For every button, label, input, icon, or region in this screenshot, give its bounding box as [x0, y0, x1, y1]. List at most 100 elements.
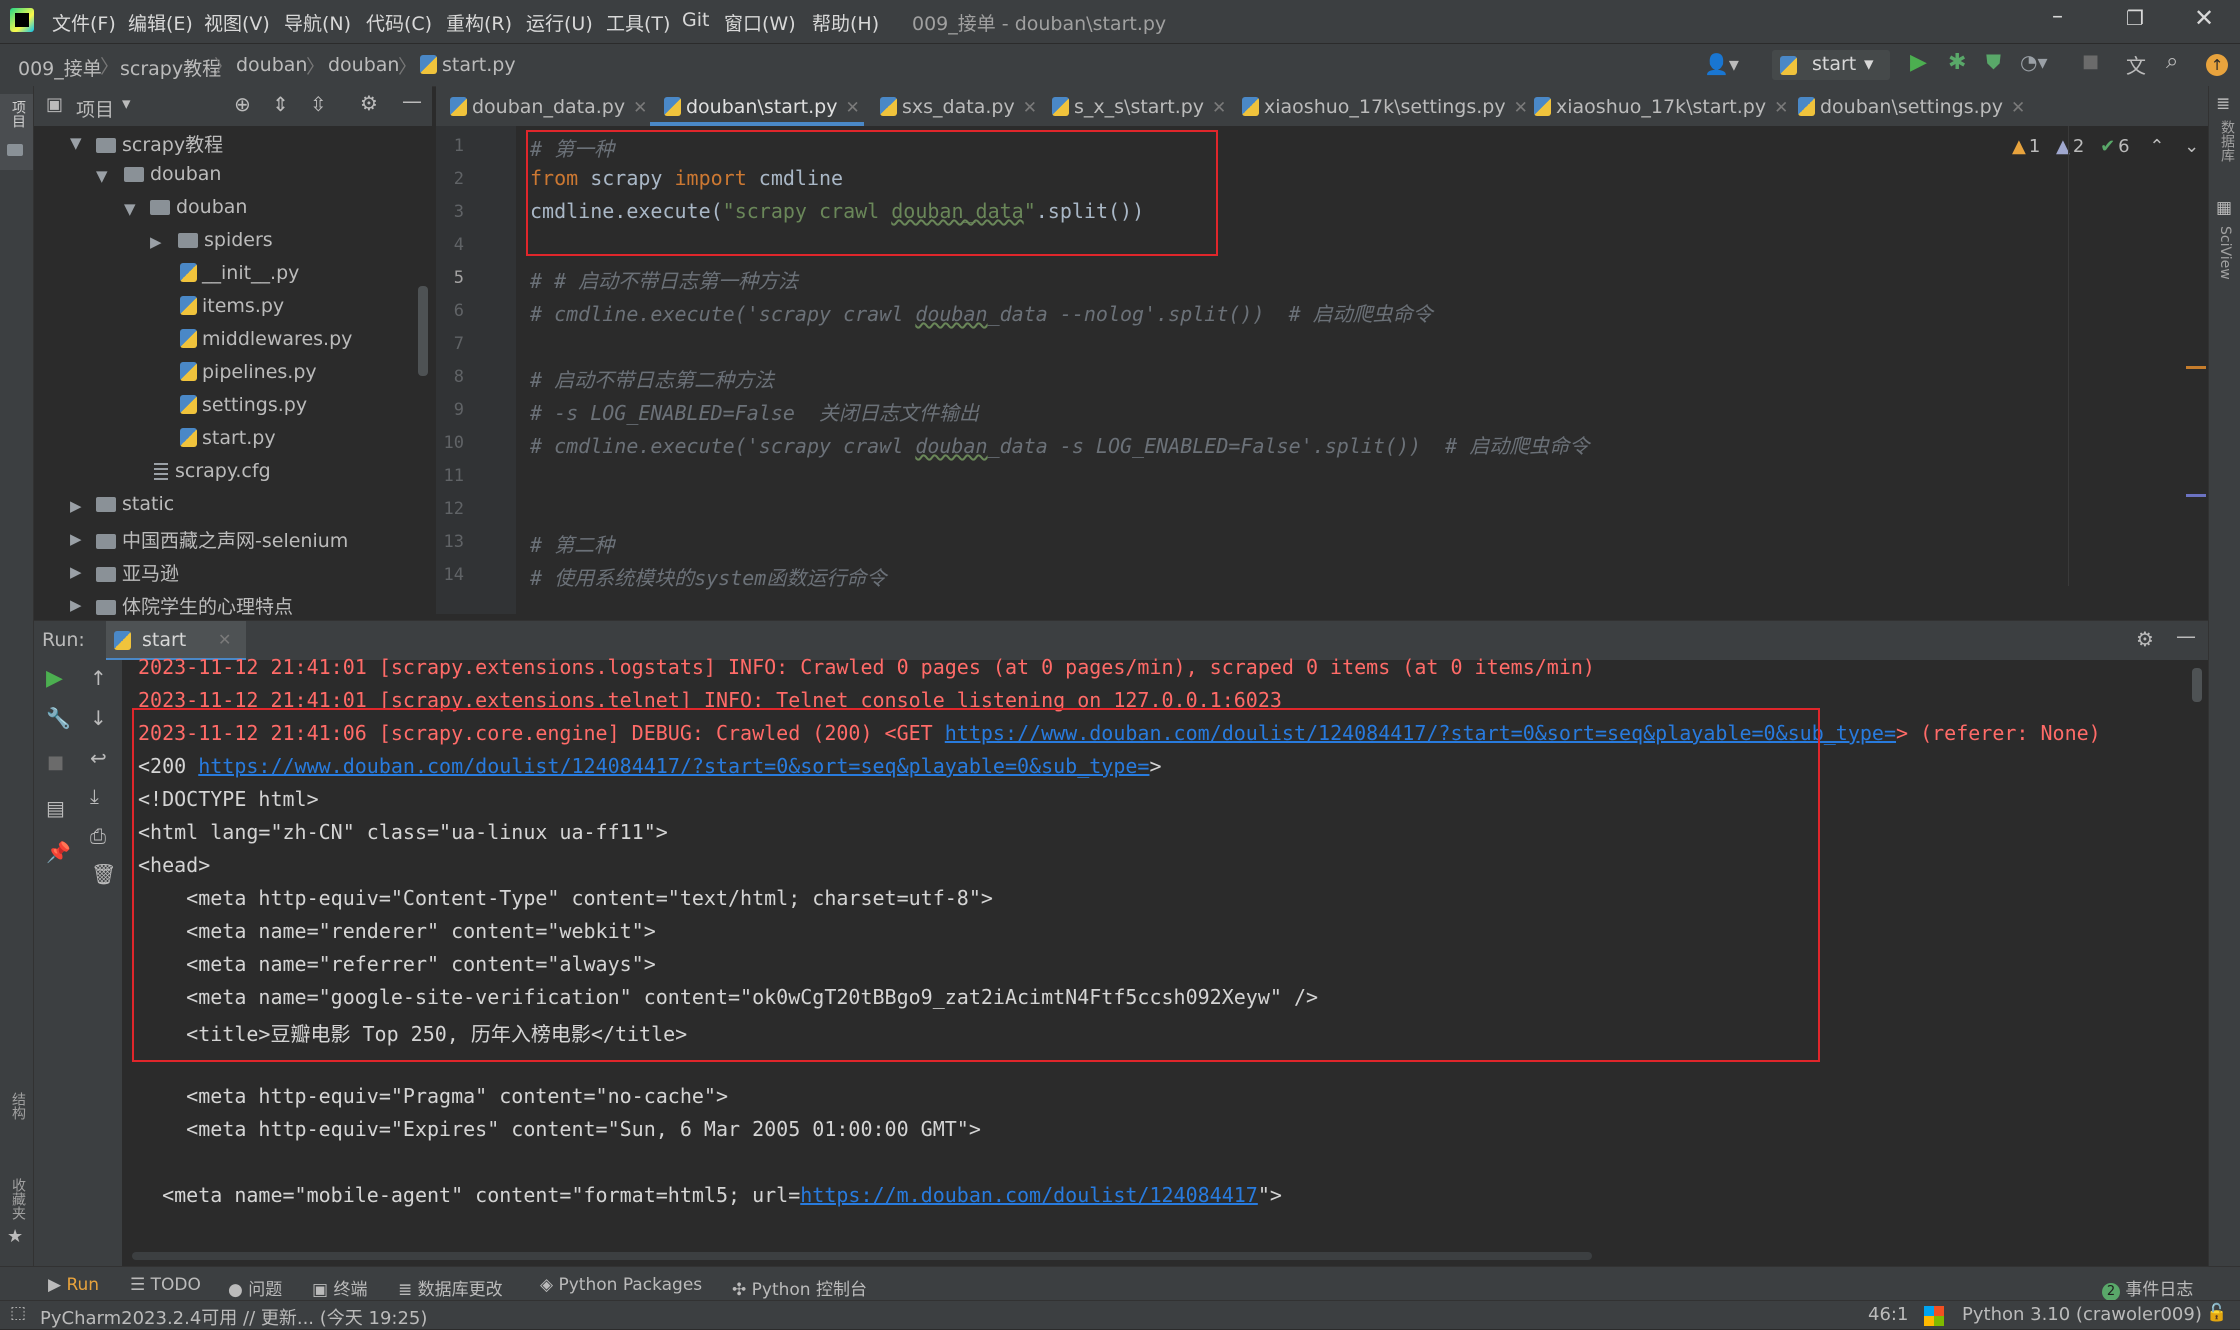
tool-todo[interactable]: ☰ TODO: [130, 1275, 201, 1295]
menu-git[interactable]: Git: [682, 9, 709, 31]
tool-python-packages[interactable]: ◈ Python Packages: [540, 1275, 702, 1295]
layout-toggle-icon[interactable]: ⬚: [10, 1303, 26, 1323]
menu-navigate[interactable]: 导航(N): [284, 9, 351, 36]
star-icon[interactable]: ★: [7, 1226, 23, 1247]
menu-refactor[interactable]: 重构(R): [446, 9, 512, 36]
caret-position[interactable]: 46:1: [1868, 1304, 1908, 1325]
scroll-to-end-icon[interactable]: ⤓: [90, 784, 99, 808]
collapse-arrow-icon[interactable]: ▶: [150, 233, 162, 251]
breadcrumb-folder[interactable]: scrapy教程: [120, 54, 221, 81]
expand-all-icon[interactable]: ⇕: [272, 92, 289, 116]
close-icon[interactable]: ✕: [2011, 98, 2025, 118]
gear-icon[interactable]: ⚙: [2136, 627, 2154, 651]
tree-item-psychology-folder[interactable]: 体院学生的心理特点: [96, 592, 293, 619]
search-icon[interactable]: ⌕: [2166, 49, 2178, 74]
debug-icon[interactable]: ✱: [1948, 50, 1966, 75]
menu-run[interactable]: 运行(U): [526, 9, 593, 36]
menu-code[interactable]: 代码(C): [366, 9, 432, 36]
run-icon[interactable]: ▶: [1910, 50, 1927, 75]
translate-icon[interactable]: 文: [2126, 50, 2146, 79]
tree-item-start-file[interactable]: start.py: [180, 427, 276, 449]
coverage-icon[interactable]: ⛊: [1986, 50, 2001, 74]
sciview-tool-label[interactable]: SciView: [2217, 226, 2233, 280]
database-icon[interactable]: ≣: [2216, 94, 2230, 114]
breadcrumb-project[interactable]: 009_接单: [18, 54, 102, 81]
tool-event-log[interactable]: 2 事件日志: [2102, 1275, 2193, 1301]
tab-xiaoshuo-start[interactable]: xiaoshuo_17k\start.py ✕: [1534, 96, 1788, 118]
bookmarks-tool-label[interactable]: 收藏夹: [8, 1178, 28, 1220]
pin-icon[interactable]: 📌: [46, 840, 71, 864]
print-icon[interactable]: ⎙: [90, 824, 106, 848]
tab-xiaoshuo-settings[interactable]: xiaoshuo_17k\settings.py ✕: [1242, 96, 1528, 118]
collapse-all-icon[interactable]: ⇳: [310, 92, 327, 116]
tool-run[interactable]: ▶ Run: [48, 1275, 99, 1295]
tree-item-middlewares-file[interactable]: middlewares.py: [180, 328, 352, 350]
project-tool-button[interactable]: 项目: [0, 94, 33, 170]
tab-douban-data[interactable]: douban_data.py ✕: [450, 96, 647, 118]
tab-douban-start[interactable]: douban\start.py ✕: [664, 96, 860, 118]
tree-item-douban-package[interactable]: douban: [150, 196, 247, 218]
close-icon[interactable]: ✕: [1212, 98, 1226, 118]
error-stripe-mark[interactable]: [2186, 366, 2206, 369]
tree-item-pipelines-file[interactable]: pipelines.py: [180, 361, 317, 383]
locate-icon[interactable]: ⊕: [234, 92, 251, 116]
structure-tool-label[interactable]: 结构: [8, 1092, 28, 1120]
tree-item-spiders-folder[interactable]: spiders: [178, 229, 273, 251]
wrench-icon[interactable]: 🔧: [46, 706, 71, 730]
tree-item-items-file[interactable]: items.py: [180, 295, 284, 317]
console-hscrollbar[interactable]: [132, 1252, 1592, 1260]
expand-arrow-icon[interactable]: ▼: [70, 134, 82, 152]
close-icon[interactable]: ✕: [633, 98, 647, 118]
tree-item-tibet-folder[interactable]: 中国西藏之声网-selenium: [96, 526, 348, 553]
close-icon[interactable]: ✕: [218, 630, 231, 649]
breadcrumb-folder[interactable]: douban: [328, 54, 399, 76]
interpreter-selector[interactable]: Python 3.10 (crawoler009): [1962, 1304, 2202, 1325]
update-icon[interactable]: ↑: [2206, 54, 2228, 76]
menu-file[interactable]: 文件(F): [52, 9, 116, 36]
tree-item-scrapy-folder[interactable]: scrapy教程: [96, 130, 223, 157]
tree-scrollbar[interactable]: [418, 286, 428, 376]
tab-sxs-data[interactable]: sxs_data.py ✕: [880, 96, 1037, 118]
trash-icon[interactable]: 🗑: [91, 862, 116, 886]
close-icon[interactable]: ✕: [1023, 98, 1037, 118]
stop-icon[interactable]: ■: [2082, 51, 2099, 72]
gear-icon[interactable]: ⚙: [360, 91, 378, 115]
arrow-down-icon[interactable]: ↓: [90, 706, 107, 730]
breadcrumb-file[interactable]: start.py: [420, 54, 516, 76]
menu-view[interactable]: 视图(V): [204, 9, 270, 36]
close-icon[interactable]: ✕: [1774, 98, 1788, 118]
tool-problems[interactable]: ● 问题: [228, 1275, 282, 1300]
rerun-icon[interactable]: ▶: [46, 666, 63, 691]
sciview-icon[interactable]: ▦: [2216, 198, 2232, 218]
tab-douban-settings[interactable]: douban\settings.py ✕: [1798, 96, 2025, 118]
breadcrumb-folder[interactable]: douban: [236, 54, 307, 76]
collapse-arrow-icon[interactable]: ▶: [70, 497, 82, 515]
layout-icon[interactable]: ▤: [46, 796, 65, 820]
collapse-arrow-icon[interactable]: ▶: [70, 596, 82, 614]
tree-item-settings-file[interactable]: settings.py: [180, 394, 307, 416]
project-panel-title[interactable]: 项目: [76, 95, 114, 122]
arrow-up-icon[interactable]: ↑: [90, 666, 107, 690]
run-config-selector[interactable]: start ▾: [1772, 50, 1890, 80]
soft-wrap-icon[interactable]: ↩: [90, 746, 107, 770]
menu-edit[interactable]: 编辑(E): [128, 9, 193, 36]
chevron-down-icon[interactable]: ⌄: [2184, 136, 2199, 157]
tool-db-changes[interactable]: ≣ 数据库更改: [398, 1275, 503, 1300]
tree-item-scrapy-cfg[interactable]: scrapy.cfg: [154, 460, 271, 482]
chevron-down-icon[interactable]: ▾: [122, 94, 131, 114]
tree-item-douban-folder[interactable]: douban: [124, 163, 221, 185]
collapse-arrow-icon[interactable]: ▶: [70, 530, 82, 548]
console-link[interactable]: https://m.douban.com/doulist/124084417: [800, 1183, 1258, 1207]
console-scrollbar[interactable]: [2192, 668, 2202, 702]
tree-item-static-folder[interactable]: static: [96, 493, 174, 515]
restore-icon[interactable]: ❐: [2126, 6, 2144, 30]
account-icon[interactable]: 👤▾: [1704, 52, 1739, 76]
tree-item-amazon-folder[interactable]: 亚马逊: [96, 559, 179, 586]
collapse-arrow-icon[interactable]: ▶: [70, 563, 82, 581]
tool-terminal[interactable]: ▣ 终端: [312, 1275, 367, 1300]
lock-icon[interactable]: 🔓: [2206, 1303, 2227, 1323]
error-stripe-mark[interactable]: [2186, 494, 2206, 497]
menu-help[interactable]: 帮助(H): [812, 9, 879, 36]
close-icon[interactable]: ✕: [845, 98, 859, 118]
expand-arrow-icon[interactable]: ▼: [96, 167, 108, 185]
